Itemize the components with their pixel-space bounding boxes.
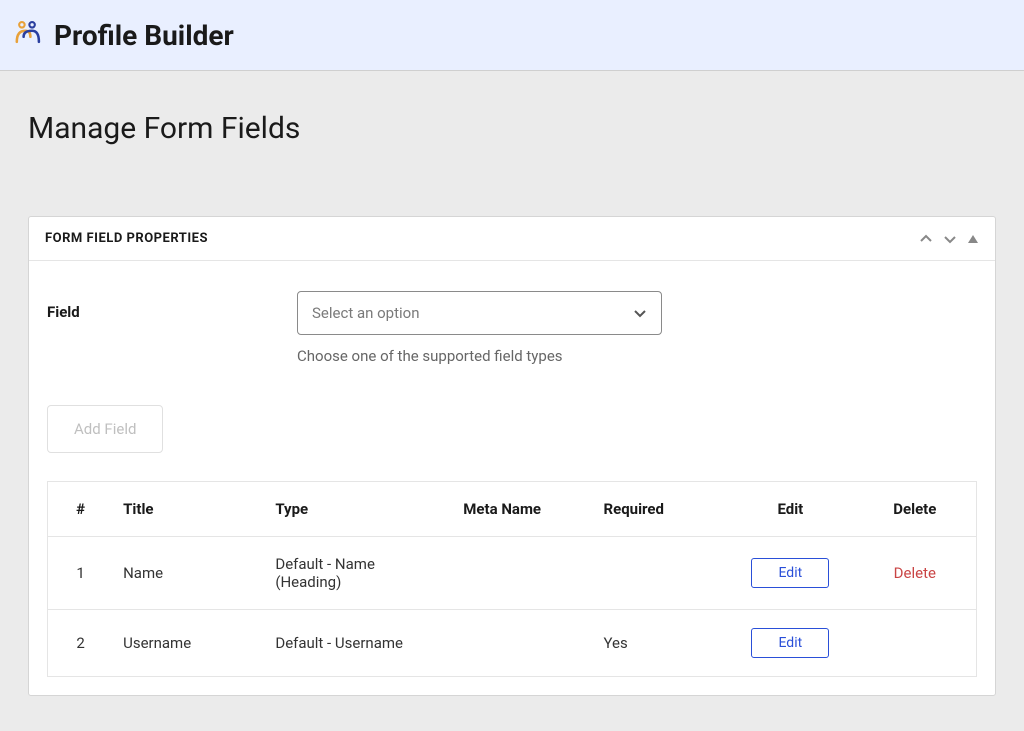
cell-delete xyxy=(854,610,977,677)
app-header: Profile Builder xyxy=(0,0,1024,71)
chevron-down-icon[interactable] xyxy=(943,232,957,246)
field-type-select[interactable]: Select an option xyxy=(297,291,662,335)
th-edit: Edit xyxy=(727,482,854,537)
cell-type: Default - Username xyxy=(265,610,453,677)
page-title: Manage Form Fields xyxy=(28,111,996,146)
panel-body: Field Select an option Choose one of the… xyxy=(29,261,995,695)
fields-table: # Title Type Meta Name Required Edit Del… xyxy=(47,481,977,677)
field-control: Select an option Choose one of the suppo… xyxy=(297,291,977,365)
logo-icon xyxy=(10,18,44,52)
table-header-row: # Title Type Meta Name Required Edit Del… xyxy=(48,482,977,537)
panel-header: FORM FIELD PROPERTIES xyxy=(29,217,995,261)
cell-required: Yes xyxy=(594,610,728,677)
add-field-button[interactable]: Add Field xyxy=(47,405,163,453)
cell-meta xyxy=(453,537,593,610)
select-placeholder: Select an option xyxy=(312,304,419,322)
edit-button[interactable]: Edit xyxy=(751,558,829,588)
triangle-up-icon[interactable] xyxy=(967,233,979,245)
table-row: 1 Name Default - Name (Heading) Edit Del… xyxy=(48,537,977,610)
cell-num: 2 xyxy=(48,610,114,677)
cell-delete: Delete xyxy=(854,537,977,610)
chevron-up-icon[interactable] xyxy=(919,232,933,246)
th-meta: Meta Name xyxy=(453,482,593,537)
app-title: Profile Builder xyxy=(54,19,234,52)
th-type: Type xyxy=(265,482,453,537)
field-row: Field Select an option Choose one of the… xyxy=(47,291,977,365)
panel-title: FORM FIELD PROPERTIES xyxy=(45,231,208,246)
th-required: Required xyxy=(594,482,728,537)
cell-edit: Edit xyxy=(727,537,854,610)
edit-button[interactable]: Edit xyxy=(751,628,829,658)
th-title: Title xyxy=(113,482,265,537)
cell-title: Username xyxy=(113,610,265,677)
panel-controls xyxy=(919,232,979,246)
field-help-text: Choose one of the supported field types xyxy=(297,347,977,365)
th-delete: Delete xyxy=(854,482,977,537)
cell-title: Name xyxy=(113,537,265,610)
table-row: 2 Username Default - Username Yes Edit xyxy=(48,610,977,677)
cell-num: 1 xyxy=(48,537,114,610)
cell-edit: Edit xyxy=(727,610,854,677)
chevron-down-icon xyxy=(633,306,647,320)
cell-meta xyxy=(453,610,593,677)
content-area: Manage Form Fields FORM FIELD PROPERTIES… xyxy=(0,71,1024,696)
delete-link[interactable]: Delete xyxy=(894,564,936,582)
form-field-panel: FORM FIELD PROPERTIES Field Select an op… xyxy=(28,216,996,696)
th-num: # xyxy=(48,482,114,537)
cell-required xyxy=(594,537,728,610)
cell-type: Default - Name (Heading) xyxy=(265,537,453,610)
field-label: Field xyxy=(47,291,297,321)
